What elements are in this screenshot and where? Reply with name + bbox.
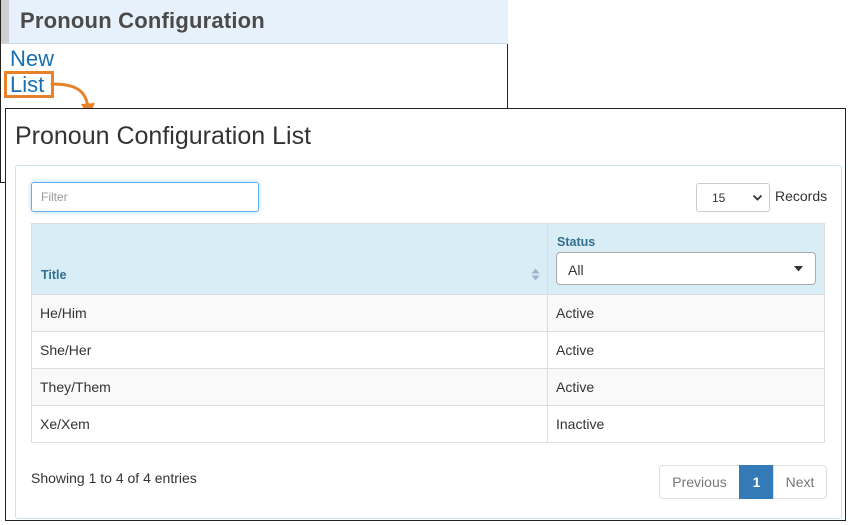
chevron-down-icon bbox=[752, 194, 763, 201]
list-card: 15 Records Title Status bbox=[15, 165, 842, 519]
status-filter-select[interactable]: All bbox=[556, 252, 816, 285]
cell-title: They/Them bbox=[31, 368, 548, 406]
table-row: Xe/Xem Inactive bbox=[31, 405, 825, 443]
table-info: Showing 1 to 4 of 4 entries bbox=[31, 470, 197, 486]
page-size-value: 15 bbox=[712, 191, 726, 205]
cell-title: Xe/Xem bbox=[31, 405, 548, 443]
cell-status: Inactive bbox=[547, 405, 825, 443]
page-title: Pronoun Configuration List bbox=[15, 122, 312, 150]
cell-status: Active bbox=[547, 294, 825, 332]
column-header-status-label: Status bbox=[557, 235, 596, 249]
menu-header: Pronoun Configuration bbox=[1, 0, 508, 44]
page-size-select[interactable]: 15 bbox=[696, 183, 770, 212]
previous-page-button[interactable]: Previous bbox=[659, 465, 740, 499]
column-header-title-label: Title bbox=[41, 268, 67, 282]
sort-icon bbox=[531, 268, 540, 281]
table-row: He/Him Active bbox=[31, 294, 825, 332]
table-row: They/Them Active bbox=[31, 368, 825, 406]
pronoun-table: Title Status All He/Him Active She/Her A… bbox=[31, 223, 825, 443]
menu-title: Pronoun Configuration bbox=[20, 8, 265, 33]
next-page-button[interactable]: Next bbox=[773, 465, 827, 499]
page-size-label: Records bbox=[775, 188, 828, 204]
column-header-title[interactable]: Title bbox=[31, 223, 548, 295]
cell-status: Active bbox=[547, 331, 825, 369]
menu-header-accent-bar bbox=[1, 0, 9, 43]
status-filter-value: All bbox=[568, 262, 584, 278]
page-1-button[interactable]: 1 bbox=[739, 465, 774, 499]
table-row: She/Her Active bbox=[31, 331, 825, 369]
filter-input[interactable] bbox=[31, 182, 259, 212]
cell-title: She/Her bbox=[31, 331, 548, 369]
menu-link-list[interactable]: List bbox=[10, 73, 44, 97]
column-header-status: Status All bbox=[547, 223, 825, 295]
list-window: Pronoun Configuration List 15 Records Ti… bbox=[5, 108, 846, 521]
cell-title: He/Him bbox=[31, 294, 548, 332]
menu-link-new[interactable]: New bbox=[10, 47, 54, 71]
cell-status: Active bbox=[547, 368, 825, 406]
caret-down-icon bbox=[794, 266, 803, 272]
